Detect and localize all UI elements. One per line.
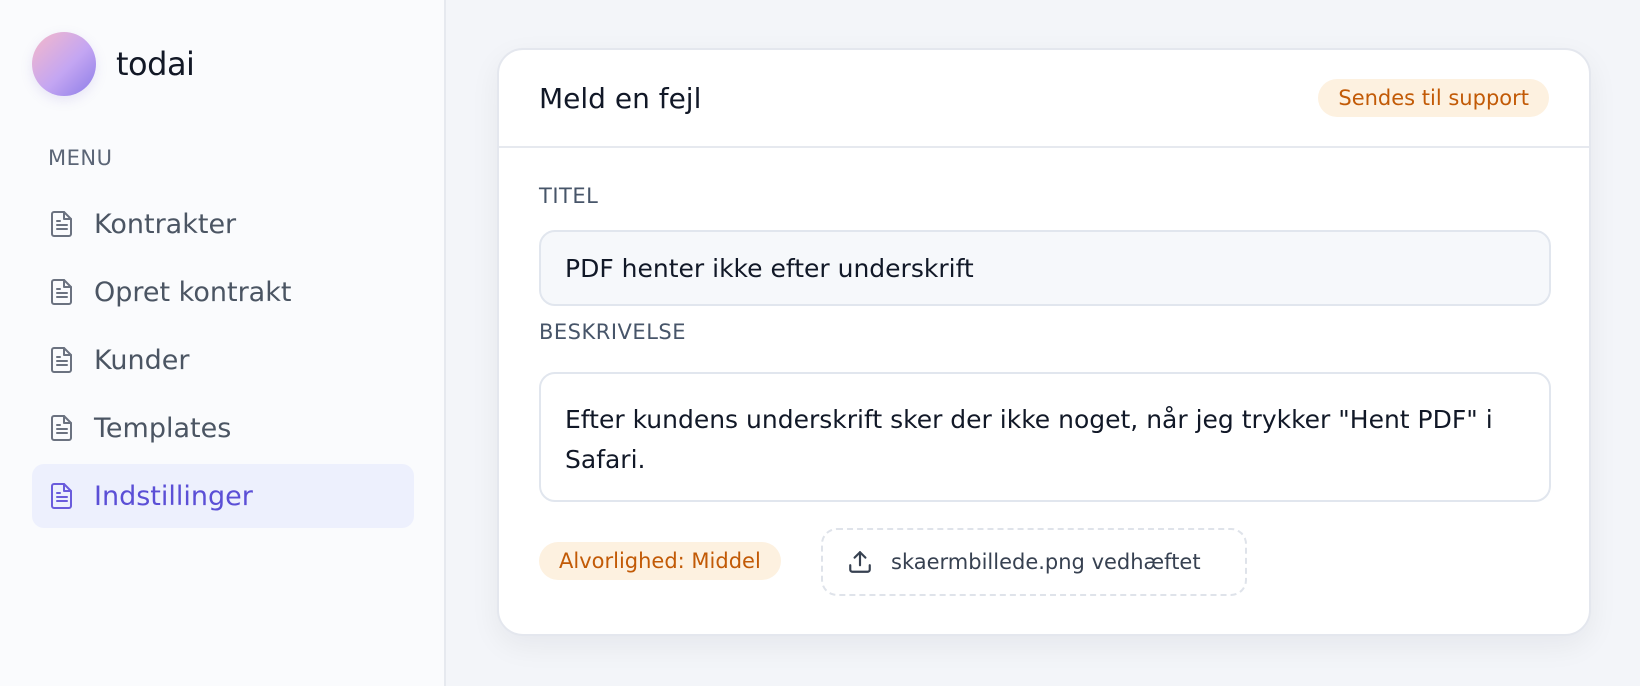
sidebar-item-label: Kunder xyxy=(94,344,190,376)
description-label: BESKRIVELSE xyxy=(539,320,686,344)
card-title: Meld en fejl xyxy=(539,81,702,115)
document-icon xyxy=(51,347,72,373)
document-icon xyxy=(51,483,72,509)
upload-icon xyxy=(849,551,871,573)
menu-label: MENU xyxy=(48,146,113,170)
sidebar-item-kunder[interactable]: Kunder xyxy=(32,328,414,392)
document-icon xyxy=(51,279,72,305)
sidebar-item-kontrakter[interactable]: Kontrakter xyxy=(32,192,414,256)
attachment-label: skaermbillede.png vedhæftet xyxy=(891,550,1201,574)
bug-report-card: Meld en fejl Sendes til support TITEL BE… xyxy=(497,48,1591,636)
title-label: TITEL xyxy=(539,184,599,208)
sidebar-item-label: Opret kontrakt xyxy=(94,276,292,308)
sidebar-item-templates[interactable]: Templates xyxy=(32,396,414,460)
sidebar-item-indstillinger[interactable]: Indstillinger xyxy=(32,464,414,528)
sidebar-item-label: Indstillinger xyxy=(94,480,253,512)
sidebar-item-label: Templates xyxy=(94,412,232,444)
brand-name: todai xyxy=(116,45,195,83)
attachment-dropzone[interactable]: skaermbillede.png vedhæftet xyxy=(821,528,1247,596)
sidebar-item-label: Kontrakter xyxy=(94,208,237,240)
title-input[interactable] xyxy=(539,230,1551,306)
card-header: Meld en fejl Sendes til support xyxy=(499,50,1589,148)
status-badge: Sendes til support xyxy=(1318,79,1549,117)
document-icon xyxy=(51,211,72,237)
sidebar: todai MENU Kontrakter Opret kontrakt Kun… xyxy=(0,0,446,686)
logo xyxy=(32,32,96,96)
sidebar-nav: Kontrakter Opret kontrakt Kunder Templat… xyxy=(32,192,414,532)
severity-badge[interactable]: Alvorlighed: Middel xyxy=(539,542,781,580)
brand[interactable]: todai xyxy=(32,32,195,96)
sidebar-item-opret-kontrakt[interactable]: Opret kontrakt xyxy=(32,260,414,324)
description-input[interactable]: Efter kundens underskrift sker der ikke … xyxy=(539,372,1551,502)
document-icon xyxy=(51,415,72,441)
